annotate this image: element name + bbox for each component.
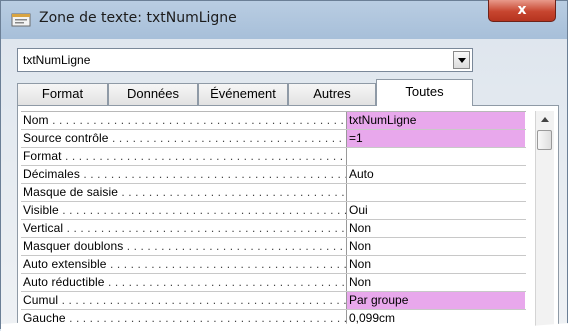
property-row[interactable]: Décimales . . . . . . . . . . . . . . . … bbox=[21, 166, 526, 184]
object-selector-combo[interactable]: txtNumLigne bbox=[17, 48, 473, 72]
property-row[interactable]: Masquer doublons . . . . . . . . . . . .… bbox=[21, 238, 526, 256]
property-value-field[interactable]: =1 bbox=[346, 130, 525, 147]
property-name: Cumul . . . . . . . . . . . . . . . . . … bbox=[21, 292, 346, 309]
leader-dots: . . . . . . . . . . . . . . . . . . . . … bbox=[111, 131, 346, 145]
tab-format[interactable]: Format bbox=[17, 83, 108, 105]
property-name-text: Vertical bbox=[23, 221, 64, 235]
property-value-field[interactable]: Non bbox=[346, 220, 525, 237]
scroll-thumb[interactable] bbox=[537, 130, 552, 150]
object-selector-value: txtNumLigne bbox=[23, 53, 91, 67]
leader-dots: . . . . . . . . . . . . . . . . . . . . … bbox=[62, 203, 346, 217]
leader-dots: . . . . . . . . . . . . . . . . . . . . … bbox=[65, 149, 346, 163]
property-value-field[interactable]: Par groupe bbox=[346, 292, 525, 309]
leader-dots: . . . . . . . . . . . . . . . . . . . . … bbox=[52, 113, 346, 127]
leader-dots: . . . . . . . . . . . . . . . . . . . . … bbox=[126, 239, 346, 253]
property-name-text: Masque de saisie bbox=[23, 185, 118, 199]
property-row[interactable]: Vertical . . . . . . . . . . . . . . . .… bbox=[21, 220, 526, 238]
property-tabs: Format Données Événement Autres Toutes bbox=[17, 79, 473, 106]
property-value-field[interactable]: Non bbox=[346, 256, 525, 273]
property-name-text: Cumul bbox=[23, 293, 59, 307]
property-row[interactable]: Nom . . . . . . . . . . . . . . . . . . … bbox=[21, 112, 526, 130]
property-name: Format . . . . . . . . . . . . . . . . .… bbox=[21, 148, 346, 165]
property-name: Source contrôle . . . . . . . . . . . . … bbox=[21, 130, 346, 147]
property-name-text: Nom bbox=[23, 113, 49, 127]
property-name: Vertical . . . . . . . . . . . . . . . .… bbox=[21, 220, 346, 237]
property-value-field[interactable]: Non bbox=[346, 274, 525, 291]
property-value-field[interactable]: Oui bbox=[346, 202, 525, 219]
torn-edge-decoration bbox=[1, 322, 568, 331]
properties-sheet-icon bbox=[11, 11, 31, 27]
property-name-text: Décimales bbox=[23, 167, 80, 181]
leader-dots: . . . . . . . . . . . . . . . . . . . . … bbox=[109, 257, 346, 271]
leader-dots: . . . . . . . . . . . . . . . . . . . . … bbox=[107, 275, 346, 289]
property-value-field[interactable] bbox=[346, 184, 525, 201]
property-grid: Nom . . . . . . . . . . . . . . . . . . … bbox=[21, 111, 526, 328]
property-name-text: Auto réductible bbox=[23, 275, 105, 289]
scroll-up-arrow-icon[interactable] bbox=[536, 111, 554, 128]
property-row[interactable]: Cumul . . . . . . . . . . . . . . . . . … bbox=[21, 292, 526, 310]
property-value-field[interactable]: Auto bbox=[346, 166, 525, 183]
property-name-text: Format bbox=[23, 149, 62, 163]
property-name-text: Auto extensible bbox=[23, 257, 107, 271]
property-name-text: Masquer doublons bbox=[23, 239, 124, 253]
property-row[interactable]: Masque de saisie . . . . . . . . . . . .… bbox=[21, 184, 526, 202]
property-value-field[interactable] bbox=[346, 148, 525, 165]
property-name: Nom . . . . . . . . . . . . . . . . . . … bbox=[21, 112, 346, 129]
tab-toutes[interactable]: Toutes bbox=[376, 79, 473, 106]
property-name: Auto extensible . . . . . . . . . . . . … bbox=[21, 256, 346, 273]
property-name: Visible . . . . . . . . . . . . . . . . … bbox=[21, 202, 346, 219]
window-title: Zone de texte: txtNumLigne bbox=[39, 10, 237, 26]
property-name: Masque de saisie . . . . . . . . . . . .… bbox=[21, 184, 346, 201]
property-name: Masquer doublons . . . . . . . . . . . .… bbox=[21, 238, 346, 255]
vertical-scrollbar[interactable] bbox=[535, 111, 554, 330]
property-sheet-window: Zone de texte: txtNumLigne x txtNumLigne… bbox=[0, 0, 568, 331]
title-bar[interactable]: Zone de texte: txtNumLigne x bbox=[1, 0, 567, 37]
leader-dots: . . . . . . . . . . . . . . . . . . . . … bbox=[66, 221, 346, 235]
property-row[interactable]: Visible . . . . . . . . . . . . . . . . … bbox=[21, 202, 526, 220]
close-button[interactable]: x bbox=[488, 0, 556, 22]
leader-dots: . . . . . . . . . . . . . . . . . . . . … bbox=[121, 185, 346, 199]
leader-dots: . . . . . . . . . . . . . . . . . . . . … bbox=[61, 293, 346, 307]
property-row[interactable]: Source contrôle . . . . . . . . . . . . … bbox=[21, 130, 526, 148]
chevron-down-icon[interactable] bbox=[453, 51, 470, 69]
leader-dots: . . . . . . . . . . . . . . . . . . . . … bbox=[83, 167, 346, 181]
tab-evenement[interactable]: Événement bbox=[198, 83, 288, 105]
tab-donnees[interactable]: Données bbox=[108, 83, 198, 105]
property-row[interactable]: Auto extensible . . . . . . . . . . . . … bbox=[21, 256, 526, 274]
tab-autres[interactable]: Autres bbox=[288, 83, 376, 105]
property-name: Auto réductible . . . . . . . . . . . . … bbox=[21, 274, 346, 291]
property-value-field[interactable]: txtNumLigne bbox=[346, 112, 525, 129]
property-row[interactable]: Auto réductible . . . . . . . . . . . . … bbox=[21, 274, 526, 292]
property-row[interactable]: Format . . . . . . . . . . . . . . . . .… bbox=[21, 148, 526, 166]
property-value-field[interactable]: Non bbox=[346, 238, 525, 255]
property-name-text: Visible bbox=[23, 203, 59, 217]
property-name: Décimales . . . . . . . . . . . . . . . … bbox=[21, 166, 346, 183]
property-name-text: Source contrôle bbox=[23, 131, 109, 145]
